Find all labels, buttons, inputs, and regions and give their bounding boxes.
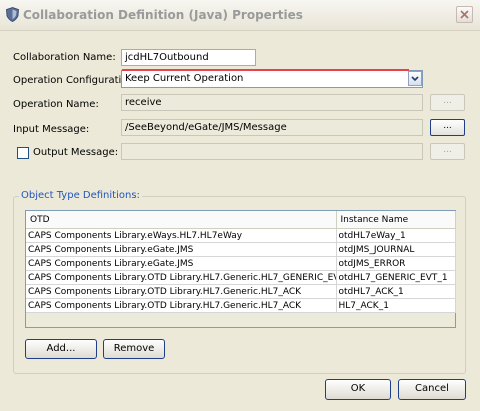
otd-cell[interactable]: CAPS Components Library.OTD Library.HL7.… — [26, 270, 337, 285]
collaboration-name-label: Collaboration Name: — [13, 52, 116, 63]
chevron-down-icon — [411, 76, 419, 82]
ok-button[interactable]: OK — [325, 379, 391, 400]
remove-button[interactable]: Remove — [103, 339, 165, 359]
operation-configuration-label: Operation Configuration: — [13, 75, 138, 86]
input-message-label: Input Message: — [13, 124, 90, 135]
close-icon — [460, 10, 469, 19]
close-button[interactable] — [456, 6, 473, 23]
otd-column-header[interactable]: OTD — [26, 211, 337, 229]
instance-name-cell[interactable]: HL7_ACK_1 — [336, 298, 456, 313]
instance-name-cell[interactable]: otdHL7eWay_1 — [336, 228, 456, 243]
output-message-checkbox[interactable] — [17, 147, 29, 159]
otd-table[interactable]: OTD Instance Name CAPS Components Librar… — [25, 210, 456, 328]
table-row[interactable]: CAPS Components Library.OTD Library.HL7.… — [26, 298, 456, 313]
otd-cell[interactable]: CAPS Components Library.OTD Library.HL7.… — [26, 284, 337, 299]
operation-name-label: Operation Name: — [13, 99, 99, 110]
add-button[interactable]: Add... — [25, 339, 97, 359]
table-row[interactable]: CAPS Components Library.OTD Library.HL7.… — [26, 270, 456, 285]
cancel-button[interactable]: Cancel — [398, 379, 466, 400]
window-title: Collaboration Definition (Java) Properti… — [23, 8, 303, 22]
table-row[interactable]: CAPS Components Library.eGate.JMS otdJMS… — [26, 256, 456, 271]
table-row[interactable]: CAPS Components Library.eWays.HL7.HL7eWa… — [26, 228, 456, 243]
otd-cell[interactable]: CAPS Components Library.OTD Library.HL7.… — [26, 298, 337, 313]
input-message-browse-button[interactable]: ... — [430, 119, 465, 136]
operation-name-field: receive — [121, 94, 423, 111]
table-row[interactable]: CAPS Components Library.OTD Library.HL7.… — [26, 284, 456, 299]
instance-name-cell[interactable]: otdHL7_ACK_1 — [336, 284, 456, 299]
output-message-field — [121, 143, 423, 160]
otd-cell[interactable]: CAPS Components Library.eGate.JMS — [26, 256, 337, 271]
otd-cell[interactable]: CAPS Components Library.eWays.HL7.HL7eWa… — [26, 228, 337, 243]
focus-underline — [122, 69, 409, 71]
instance-name-cell[interactable]: otdJMS_ERROR — [336, 256, 456, 271]
collaboration-name-field[interactable]: jcdHL7Outbound — [121, 49, 256, 66]
instance-name-column-header[interactable]: Instance Name — [336, 211, 456, 229]
output-message-label: Output Message: — [33, 147, 119, 158]
title-bar[interactable]: Collaboration Definition (Java) Properti… — [0, 0, 480, 31]
operation-configuration-dropdown[interactable]: Keep Current Operation — [121, 70, 423, 88]
operation-configuration-value: Keep Current Operation — [125, 73, 244, 84]
input-message-field: /SeeBeyond/eGate/JMS/Message — [121, 119, 423, 136]
operation-name-browse-button: ... — [430, 94, 465, 111]
instance-name-cell[interactable]: otdHL7_GENERIC_EVT_1 — [336, 270, 456, 285]
instance-name-cell[interactable]: otdJMS_JOURNAL — [336, 242, 456, 257]
output-message-browse-button: ... — [430, 143, 465, 160]
shield-icon — [6, 7, 19, 22]
dropdown-arrow-button[interactable] — [408, 71, 422, 86]
object-type-definitions-title: Object Type Definitions: — [19, 190, 142, 201]
otd-cell[interactable]: CAPS Components Library.eGate.JMS — [26, 242, 337, 257]
table-row[interactable]: CAPS Components Library.eGate.JMS otdJMS… — [26, 242, 456, 257]
